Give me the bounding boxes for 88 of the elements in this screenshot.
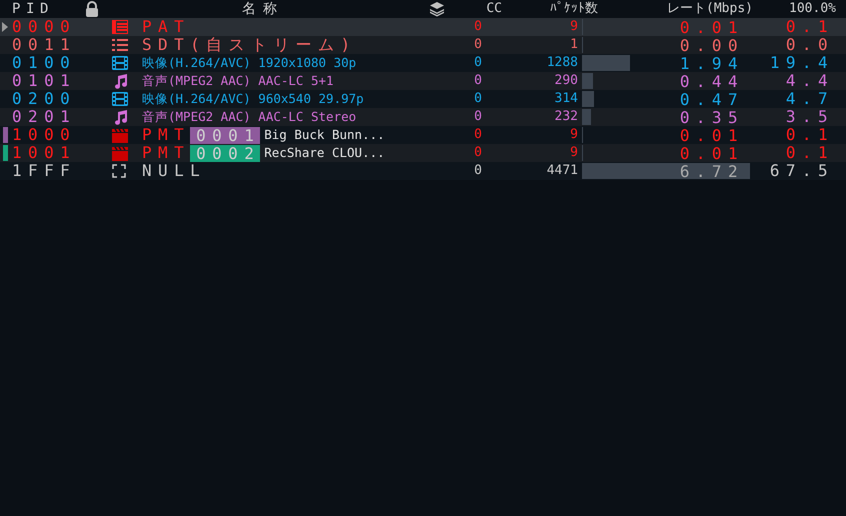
- stream-name: PAT: [142, 18, 190, 36]
- stream-name: PMT: [142, 144, 190, 162]
- percent-value: 0.1: [786, 17, 834, 36]
- film-icon: [112, 92, 128, 106]
- pid-text: 1000: [12, 125, 76, 144]
- selection-arrow-icon: [2, 22, 8, 32]
- stream-name: 音声(MPEG2 AAC) AAC-LC 5+1: [142, 72, 334, 90]
- pid-text: 1FFF: [12, 161, 76, 180]
- stream-row[interactable]: 0201 音声(MPEG2 AAC) AAC-LC Stereo 0 232 0.35 3.5: [0, 108, 846, 126]
- stream-name: NULL: [142, 162, 206, 180]
- rate-value: 0.44: [680, 72, 744, 91]
- packet-count: 1: [570, 37, 578, 52]
- packet-count: 232: [554, 109, 578, 124]
- lock-icon[interactable]: [85, 1, 99, 17]
- percent-value: 19.4: [770, 53, 834, 72]
- packet-count: 9: [570, 19, 578, 34]
- program-badge: 0002: [190, 144, 260, 162]
- program-badge: 0001: [190, 126, 260, 144]
- column-header[interactable]: PID: [12, 1, 54, 17]
- rate-value: 0.01: [680, 144, 744, 163]
- stream-row[interactable]: 1FFF NULL 0 4471 6.72 67.5: [0, 162, 846, 180]
- pid-text: 0200: [12, 89, 76, 108]
- column-header[interactable]: レート(Mbps): [667, 1, 753, 16]
- pid-text: 0100: [12, 53, 76, 72]
- stream-row[interactable]: 0011 SDT(自ストリーム) 0 1 0.00 0.0: [0, 36, 846, 54]
- stream-name: 音声(MPEG2 AAC) AAC-LC Stereo: [142, 108, 356, 126]
- percent-value: 4.4: [786, 71, 834, 90]
- cc-count: 0: [474, 145, 482, 160]
- column-header[interactable]: ﾊﾟｹｯﾄ数: [550, 1, 598, 16]
- percent-value: 0.1: [786, 143, 834, 162]
- rate-value: 1.94: [680, 54, 744, 73]
- cc-count: 0: [474, 127, 482, 142]
- column-header[interactable]: 100.0%: [789, 1, 836, 16]
- percent-value: 3.5: [786, 107, 834, 126]
- packet-count: 9: [570, 127, 578, 142]
- clapperboard-icon: [112, 146, 128, 160]
- percent-value: 67.5: [770, 161, 834, 180]
- stream-row[interactable]: 1001 PMT 0002 RecShare CLOU... 0 9 0.01 0.1: [0, 144, 846, 162]
- pid-text: 0201: [12, 107, 76, 126]
- stream-row[interactable]: 0100 映像(H.264/AVC) 1920x1080 30p 0 1288 1.94 19.4: [0, 54, 846, 72]
- packet-count: 314: [554, 91, 578, 106]
- cc-count: 0: [474, 91, 482, 106]
- cc-count: 0: [474, 55, 482, 70]
- cc-count: 0: [474, 19, 482, 34]
- rate-value: 0.01: [680, 126, 744, 145]
- packet-count: 1288: [546, 55, 578, 70]
- rate-value: 6.72: [680, 162, 744, 181]
- rate-bar: [582, 73, 593, 89]
- pid-text: 1001: [12, 143, 76, 162]
- rate-value: 0.01: [680, 18, 744, 37]
- rate-bar: [582, 109, 591, 125]
- list-icon: [112, 38, 128, 52]
- stream-name: 映像(H.264/AVC) 1920x1080 30p: [142, 54, 356, 72]
- rate-bar: [582, 91, 594, 107]
- column-header[interactable]: CC: [486, 1, 502, 16]
- packet-count: 4471: [546, 163, 578, 178]
- rate-value: 0.35: [680, 108, 744, 127]
- pid-text: 0101: [12, 71, 76, 90]
- clapperboard-icon: [112, 128, 128, 142]
- cc-count: 0: [474, 163, 482, 178]
- stream-row[interactable]: 0101 音声(MPEG2 AAC) AAC-LC 5+1 0 290 0.44 4.4: [0, 72, 846, 90]
- percent-value: 0.1: [786, 125, 834, 144]
- music-note-icon: [112, 73, 128, 89]
- service-name: RecShare CLOU...: [264, 144, 385, 162]
- layers-icon[interactable]: [429, 1, 445, 17]
- column-header[interactable]: 名称: [242, 1, 284, 17]
- rate-value: 0.00: [680, 36, 744, 55]
- stream-row[interactable]: 1000 PMT 0001 Big Buck Bunn... 0 9 0.01 0.1: [0, 126, 846, 144]
- dashed-frame-icon: [112, 164, 126, 178]
- rate-bar: [582, 55, 630, 71]
- cc-count: 0: [474, 37, 482, 52]
- percent-value: 4.7: [786, 89, 834, 108]
- pid-text: 0011: [12, 35, 76, 54]
- music-note-icon: [112, 109, 128, 125]
- stream-name: PMT: [142, 126, 190, 144]
- cc-count: 0: [474, 73, 482, 88]
- table-icon: [112, 20, 128, 34]
- stream-name: 映像(H.264/AVC) 960x540 29.97p: [142, 90, 364, 108]
- cc-count: 0: [474, 109, 482, 124]
- percent-value: 0.0: [786, 35, 834, 54]
- service-name: Big Buck Bunn...: [264, 126, 385, 144]
- rate-value: 0.47: [680, 90, 744, 109]
- packet-count: 9: [570, 145, 578, 160]
- film-icon: [112, 56, 128, 70]
- stream-name: SDT(自ストリーム): [142, 36, 357, 54]
- pid-text: 0000: [12, 17, 76, 36]
- packet-count: 290: [554, 73, 578, 88]
- stream-row[interactable]: 0200 映像(H.264/AVC) 960x540 29.97p 0 314 0.47 4.7: [0, 90, 846, 108]
